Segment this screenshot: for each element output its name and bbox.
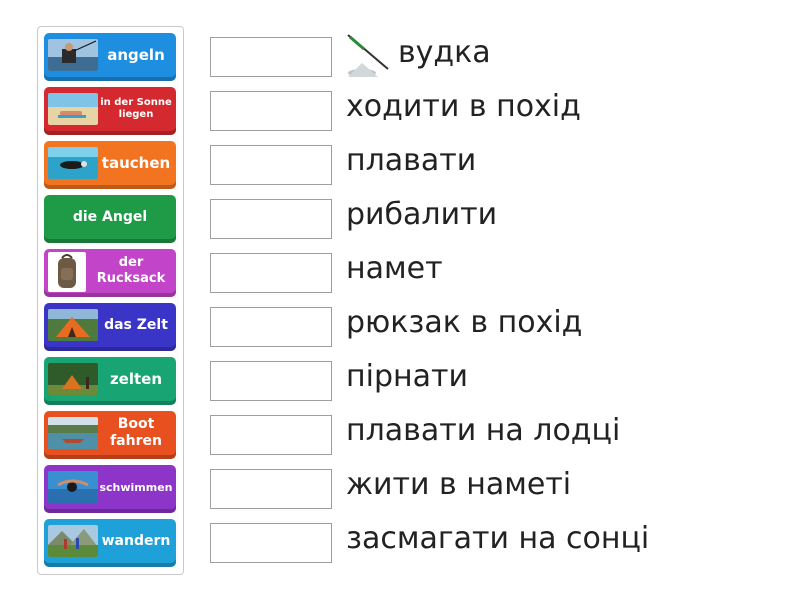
tent-photo-icon (48, 309, 98, 341)
target-text-9: жити в наметі (346, 467, 572, 502)
hikers-photo-icon (48, 525, 98, 557)
target-text-5: намет (346, 251, 443, 286)
boat-photo-icon (48, 417, 98, 449)
drop-slot-7[interactable] (210, 361, 332, 401)
tile-das-zelt[interactable]: das Zelt (44, 303, 176, 351)
tile-schwimmen[interactable]: schwimmen (44, 465, 176, 513)
tile-in-der-sonne-liegen[interactable]: in der Sonne liegen (44, 87, 176, 135)
target-text-1: вудка (398, 35, 491, 70)
diver-photo-icon (48, 147, 98, 179)
tile-label: tauchen (101, 154, 171, 172)
tile-angeln[interactable]: angeln (44, 33, 176, 81)
tile-boot-fahren[interactable]: Boot fahren (44, 411, 176, 459)
tile-label: zelten (109, 370, 163, 388)
fishing-rod-icon (344, 33, 394, 79)
drop-slot-1[interactable] (210, 37, 332, 77)
drop-slot-5[interactable] (210, 253, 332, 293)
tile-label: Boot fahren (110, 416, 162, 449)
target-text-8: плавати на лодці (346, 413, 621, 448)
tile-label: wandern (101, 533, 171, 549)
drop-slot-6[interactable] (210, 307, 332, 347)
target-text-10: засмагати на сонці (346, 521, 650, 556)
drop-slot-10[interactable] (210, 523, 332, 563)
tile-die-angel[interactable]: die Angel (44, 195, 176, 243)
tile-zelten[interactable]: zelten (44, 357, 176, 405)
target-text-2: ходити в похід (346, 89, 581, 124)
swimmer-photo-icon (48, 471, 98, 503)
camping-photo-icon (48, 363, 98, 395)
tile-wandern[interactable]: wandern (44, 519, 176, 567)
tile-label: angeln (107, 46, 165, 64)
target-text-3: плавати (346, 143, 477, 178)
drop-slot-8[interactable] (210, 415, 332, 455)
fisherman-photo-icon (48, 39, 98, 71)
target-text-4: рибалити (346, 197, 498, 232)
beach-photo-icon (48, 93, 98, 125)
drop-slot-9[interactable] (210, 469, 332, 509)
tile-label: in der Sonne liegen (100, 97, 172, 120)
tile-label: die Angel (72, 209, 148, 225)
target-text-7: пірнати (346, 359, 468, 394)
target-text-6: рюкзак в похід (346, 305, 583, 340)
tile-panel: angeln in der Sonne liegen tauchen die A… (37, 26, 184, 575)
drop-slot-2[interactable] (210, 91, 332, 131)
tile-label: das Zelt (104, 317, 168, 333)
tile-label: schwimmen (99, 480, 173, 494)
tile-tauchen[interactable]: tauchen (44, 141, 176, 189)
tile-label: der Rucksack (96, 255, 166, 286)
backpack-photo-icon (48, 252, 86, 292)
tile-der-rucksack[interactable]: der Rucksack (44, 249, 176, 297)
drop-slot-4[interactable] (210, 199, 332, 239)
drop-slot-3[interactable] (210, 145, 332, 185)
